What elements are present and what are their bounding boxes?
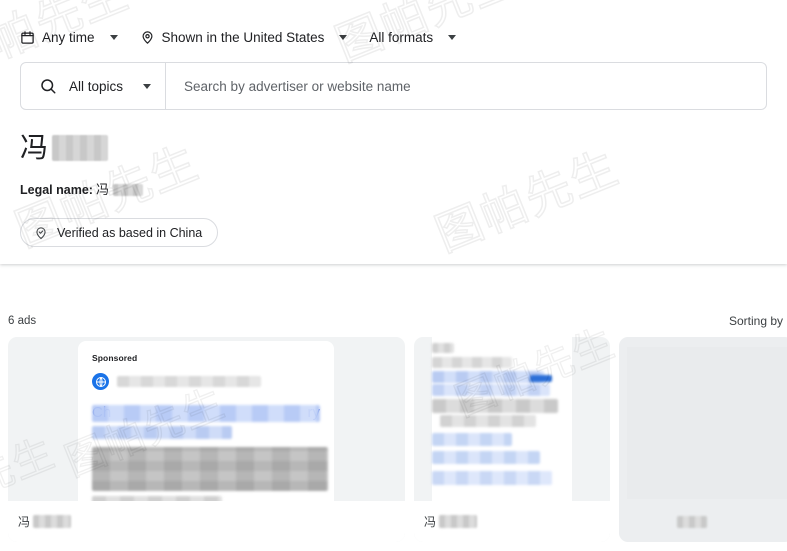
filter-any-time-label: Any time — [42, 29, 95, 45]
redaction-block — [432, 357, 512, 368]
ad-headline: Ch ry — [92, 404, 320, 424]
redaction-block — [117, 376, 261, 387]
advertiser-identity: 冯 Legal name: 冯 Verified as based in Chi… — [0, 110, 787, 248]
verified-status-badge[interactable]: Verified as based in China — [20, 218, 219, 248]
redaction-block — [432, 451, 540, 464]
redaction-block — [677, 515, 707, 528]
topic-selector[interactable]: All topics — [21, 63, 167, 109]
search-box: All topics — [20, 62, 767, 110]
results-section: 6 ads Sorting by m Sponsored — [0, 264, 787, 551]
redaction-block — [432, 471, 552, 485]
verified-location-icon — [34, 226, 48, 240]
filter-region-label: Shown in the United States — [161, 29, 325, 45]
ad-creative-panel: Sponsored Ch ry — [78, 341, 334, 501]
redaction-block — [432, 433, 512, 446]
results-toolbar: 6 ads Sorting by m — [0, 264, 787, 328]
calendar-icon — [20, 30, 35, 45]
sorting-control[interactable]: Sorting by m — [729, 314, 787, 328]
location-pin-icon — [140, 30, 155, 45]
redaction-block — [33, 515, 72, 528]
ad-card-preview — [414, 337, 610, 501]
filter-formats[interactable]: All formats — [369, 26, 478, 49]
sponsored-label: Sponsored — [92, 353, 138, 363]
search-input[interactable] — [166, 63, 766, 109]
redaction-block — [440, 415, 536, 427]
redaction-block — [530, 375, 552, 382]
redaction-block — [432, 371, 544, 383]
topic-selector-label: All topics — [69, 78, 124, 94]
ads-grid: Sponsored Ch ry — [0, 328, 787, 542]
verified-status-label: Verified as based in China — [57, 225, 203, 240]
redaction-block — [92, 405, 320, 422]
filter-bar: Any time Shown in the United States All … — [0, 0, 787, 52]
globe-icon — [92, 373, 109, 390]
ad-advertiser-row — [92, 373, 320, 390]
redaction-block — [432, 343, 454, 353]
chevron-down-icon — [448, 34, 457, 40]
ad-card[interactable] — [619, 337, 787, 542]
redaction-block — [92, 447, 328, 491]
ad-card[interactable]: 冯 — [414, 337, 610, 542]
search-icon — [39, 77, 57, 95]
ad-card[interactable]: Sponsored Ch ry — [8, 337, 405, 542]
ad-card-advertiser-name: 冯 — [18, 515, 31, 529]
ad-card-footer: 冯 — [8, 501, 405, 542]
ad-creative-panel — [432, 337, 572, 501]
ad-card-footer — [619, 501, 787, 542]
chevron-down-icon — [143, 83, 152, 89]
filter-any-time[interactable]: Any time — [20, 26, 140, 49]
ad-creative-panel — [627, 347, 787, 499]
ad-card-preview — [619, 337, 787, 501]
legal-name-label: Legal name: — [20, 183, 93, 198]
chevron-down-icon — [109, 34, 118, 40]
ads-count-label: 6 ads — [8, 315, 37, 327]
chevron-down-icon — [339, 34, 348, 40]
redaction-block — [52, 135, 109, 162]
redaction-block — [439, 515, 478, 528]
advertiser-name-text: 冯 — [20, 131, 49, 164]
ad-card-footer: 冯 — [414, 501, 610, 542]
filter-formats-label: All formats — [369, 29, 434, 45]
redaction-block — [92, 426, 232, 439]
ads-transparency-page: Any time Shown in the United States All … — [0, 0, 787, 551]
redaction-block — [112, 184, 143, 197]
legal-name-value: 冯 — [95, 183, 109, 199]
redaction-block — [432, 399, 558, 413]
legal-name-row: Legal name: 冯 — [20, 179, 767, 198]
ad-card-advertiser-name: 冯 — [424, 515, 437, 529]
redaction-block — [432, 384, 550, 396]
ad-card-preview: Sponsored Ch ry — [8, 337, 405, 501]
advertiser-name: 冯 — [20, 131, 767, 164]
filter-region[interactable]: Shown in the United States — [140, 26, 370, 49]
sticky-header: Any time Shown in the United States All … — [0, 0, 787, 264]
search-section: All topics — [0, 52, 787, 110]
